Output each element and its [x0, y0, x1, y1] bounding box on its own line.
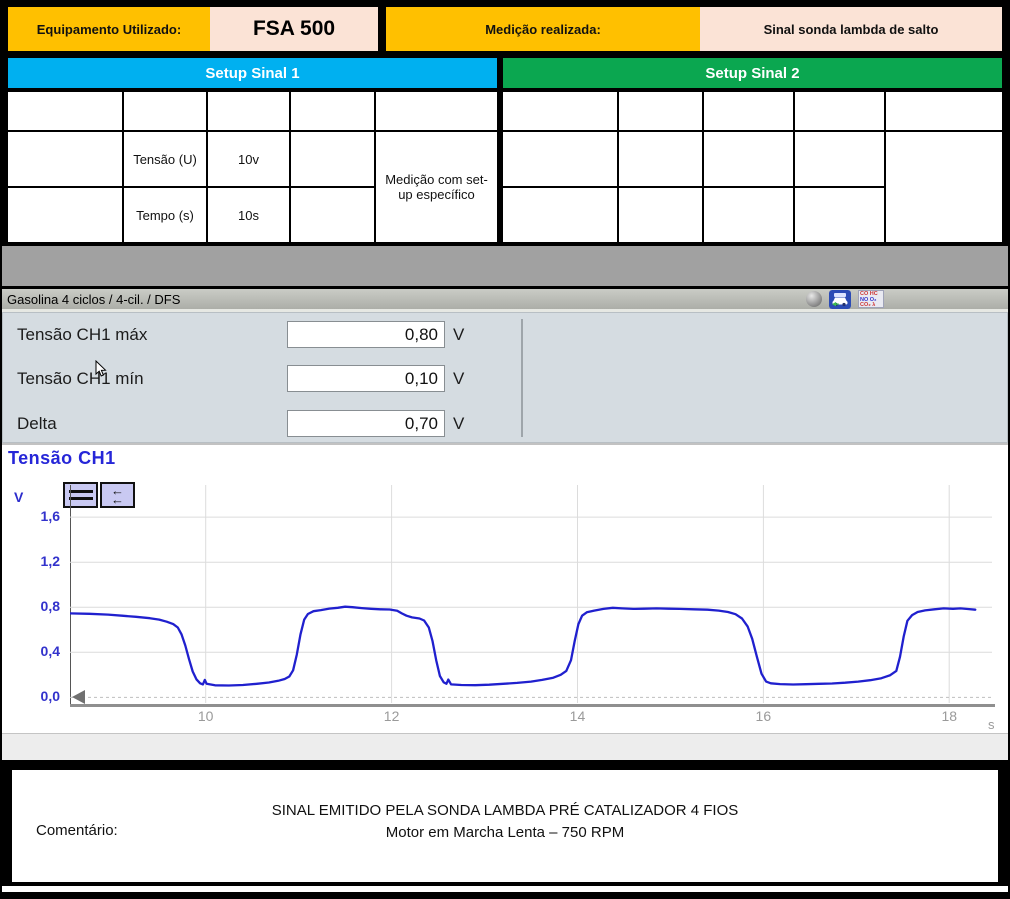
measurement-label: Delta	[17, 414, 57, 434]
x-tick-label: 12	[377, 708, 407, 724]
y-tick-label: 0,0	[8, 688, 60, 704]
setup1-col-referencia: Referência Eixos de valores	[8, 92, 122, 130]
measurement-unit: V	[453, 369, 464, 389]
setup2-col-trigger: Trigger	[795, 92, 884, 130]
col-ref-title: Referência	[528, 97, 592, 111]
measurement-label: Tensão CH1 mín	[17, 369, 144, 389]
col-tipo-l2: sinal	[646, 111, 675, 125]
equipment-label: Equipamento Utilizado:	[8, 7, 210, 51]
setup2-row1-ref: Amplitude de sinal (Vertical - Y)	[503, 132, 617, 186]
chart-title: Tensão CH1	[8, 448, 116, 469]
measurement-label: Medição realizada:	[386, 7, 700, 51]
setup2-comentario-value	[886, 132, 1002, 242]
setup2-row1-tipo	[619, 132, 702, 186]
comment-text: SINAL EMITIDO PELA SONDA LAMBDA PRÉ CATA…	[12, 800, 998, 844]
setup2-col-valores: Valores CH2	[704, 92, 793, 130]
setup2-row1-trigger	[795, 132, 884, 186]
setup2-col-comentario: Comentário	[886, 92, 1002, 130]
col-tipo-l1: Tipo de	[143, 97, 187, 111]
setup1-row2-tipo: Tempo (s)	[124, 188, 206, 242]
setup1-row2-valor: 10s	[208, 188, 289, 242]
measurement-row: Delta 0,70 V	[3, 410, 522, 440]
row-ref-main: Amplitude de sinal	[12, 145, 119, 159]
measurement-row: Tensão CH1 máx 0,80 V	[3, 321, 522, 351]
setup2-row2-ref: Duração (Horizontal X)	[503, 188, 617, 242]
row-ref-sub: (Horizontal X)	[524, 215, 596, 229]
setup-table-2: Setup Sinal 2 Referência Eixos de valore…	[503, 58, 1002, 242]
setup1-col-valores: Valores CH1	[208, 92, 289, 130]
measurement-label: Tensão CH1 máx	[17, 325, 147, 345]
setup1-col-tipo: Tipo de sinal	[124, 92, 206, 130]
x-tick-label: 10	[191, 708, 221, 724]
setup1-row2-ref: Duração (Horizontal X)	[8, 188, 122, 242]
row-ref-sub: (Vertical - Y)	[33, 159, 96, 173]
setup2-row1-valor	[704, 132, 793, 186]
col-ref-subtitle: Eixos de valores	[25, 111, 106, 125]
setup1-row2-trigger	[291, 188, 374, 242]
col-ref-subtitle: Eixos de valores	[520, 111, 601, 125]
app-title-bar: Gasolina 4 ciclos / 4-cil. / DFS CO HC N…	[2, 289, 1008, 309]
setup2-row2-valor	[704, 188, 793, 242]
y-tick-label: 0,8	[8, 598, 60, 614]
row-ref-main: Duração	[536, 201, 584, 215]
measurement-unit: V	[453, 414, 464, 434]
y-tick-label: 1,2	[8, 553, 60, 569]
equipment-value: FSA 500	[210, 7, 378, 51]
setup1-comentario-value: Medição com set-up específico	[376, 132, 497, 242]
setup2-col-referencia: Referência Eixos de valores	[503, 92, 617, 130]
x-axis-line	[70, 704, 995, 707]
gray-separator-band	[2, 246, 1008, 286]
measurement-unit: V	[453, 325, 464, 345]
row-ref-sub: (Vertical - Y)	[528, 159, 591, 173]
comment-line-1: SINAL EMITIDO PELA SONDA LAMBDA PRÉ CATA…	[12, 800, 998, 822]
scope-plot	[70, 485, 992, 703]
mouse-cursor-icon	[95, 360, 107, 378]
measurement-row: Tensão CH1 mín 0,10 V	[3, 365, 522, 395]
col-tipo-l2: sinal	[151, 111, 180, 125]
setup2-col-tipo: Tipo de sinal	[619, 92, 702, 130]
gas-values-icon[interactable]: CO HC NO O₂ CO₂ λ	[858, 290, 884, 308]
status-sphere-icon[interactable]	[806, 291, 822, 307]
vehicle-diagnostics-icon[interactable]	[829, 290, 851, 309]
x-tick-label: 18	[934, 708, 964, 724]
scope-chart-section: Tensão CH1 ← ← V 0,00,40,81,21,6 1012141…	[2, 443, 1008, 733]
setup1-row1-tipo: Tensão (U)	[124, 132, 206, 186]
measurement-panel: Tensão CH1 máx 0,80 V Tensão CH1 mín 0,1…	[2, 312, 1008, 443]
y-axis-unit: V	[14, 489, 23, 505]
setup1-col-comentario: Comentário	[376, 92, 497, 130]
setup1-row1-trigger	[291, 132, 374, 186]
setup1-col-trigger: Trigger	[291, 92, 374, 130]
bottom-strip	[2, 733, 1008, 760]
y-tick-label: 0,4	[8, 643, 60, 659]
measurement-value-field[interactable]: 0,80	[287, 321, 445, 348]
zero-level-marker[interactable]	[72, 690, 85, 704]
report-page: Equipamento Utilizado: FSA 500 Medição r…	[0, 0, 1010, 899]
row-ref-sub: (Horizontal X)	[29, 215, 101, 229]
title-bar-icons: CO HC NO O₂ CO₂ λ	[806, 290, 884, 308]
row-ref-main: Duração	[41, 201, 89, 215]
x-tick-label: 16	[748, 708, 778, 724]
col-tipo-l1: Tipo de	[638, 97, 682, 111]
setup1-row1-valor: 10v	[208, 132, 289, 186]
row-ref-main: Amplitude de sinal	[507, 145, 614, 159]
setup2-row2-trigger	[795, 188, 884, 242]
gas-line-3: CO₂ λ	[860, 303, 882, 309]
x-tick-label: 14	[562, 708, 592, 724]
measurement-value: Sinal sonda lambda de salto	[700, 7, 1002, 51]
measurement-value-field[interactable]: 0,70	[287, 410, 445, 437]
app-title: Gasolina 4 ciclos / 4-cil. / DFS	[7, 292, 180, 307]
setup1-row1-ref: Amplitude de sinal (Vertical - Y)	[8, 132, 122, 186]
x-axis-unit: s	[988, 717, 995, 732]
bottom-white-strip	[2, 886, 1008, 892]
measurement-value-field[interactable]: 0,10	[287, 365, 445, 392]
col-ref-title: Referência	[33, 97, 97, 111]
setup1-title: Setup Sinal 1	[8, 58, 497, 88]
setup2-row2-tipo	[619, 188, 702, 242]
signal-trace	[70, 485, 992, 703]
comment-section: Comentário: SINAL EMITIDO PELA SONDA LAM…	[12, 770, 998, 882]
setup2-title: Setup Sinal 2	[503, 58, 1002, 88]
y-tick-label: 1,6	[8, 508, 60, 524]
setup-table-1: Setup Sinal 1 Referência Eixos de valore…	[8, 58, 497, 242]
comment-line-2: Motor em Marcha Lenta – 750 RPM	[12, 822, 998, 844]
